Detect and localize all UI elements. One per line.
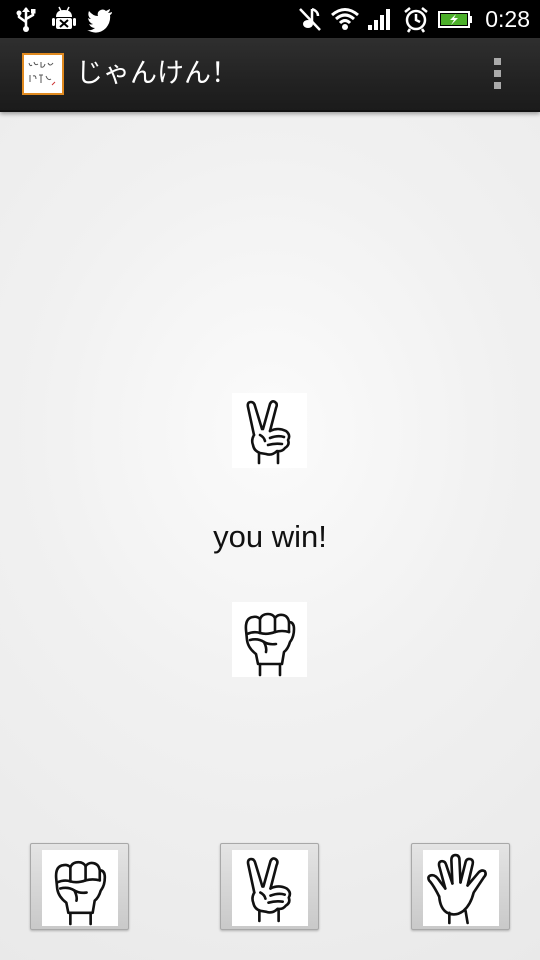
mute-icon — [296, 5, 324, 33]
result-text: you win! — [213, 519, 327, 554]
paper-choice-button[interactable] — [411, 843, 510, 930]
status-bar: 0:28 — [0, 0, 540, 38]
battery-charging-icon — [438, 5, 474, 33]
status-clock: 0:28 — [485, 6, 530, 32]
android-debug-icon — [50, 5, 78, 33]
signal-icon — [366, 5, 394, 33]
usb-icon — [12, 5, 40, 33]
twitter-icon — [86, 5, 114, 33]
action-bar: じゃんけん！ — [0, 38, 540, 112]
scissors-hand-icon — [232, 850, 308, 926]
rock-choice-button[interactable] — [30, 843, 129, 930]
janken-app-icon — [22, 53, 64, 95]
app-title: じゃんけん！ — [76, 58, 238, 89]
player-hand-rock-icon — [232, 602, 307, 677]
rock-hand-icon — [42, 850, 118, 926]
scissors-choice-button[interactable] — [220, 843, 319, 930]
cpu-hand-scissors-icon — [232, 393, 307, 468]
alarm-icon — [402, 5, 430, 33]
overflow-menu-icon[interactable] — [484, 56, 512, 92]
paper-hand-icon — [423, 850, 499, 926]
wifi-icon — [330, 5, 359, 33]
